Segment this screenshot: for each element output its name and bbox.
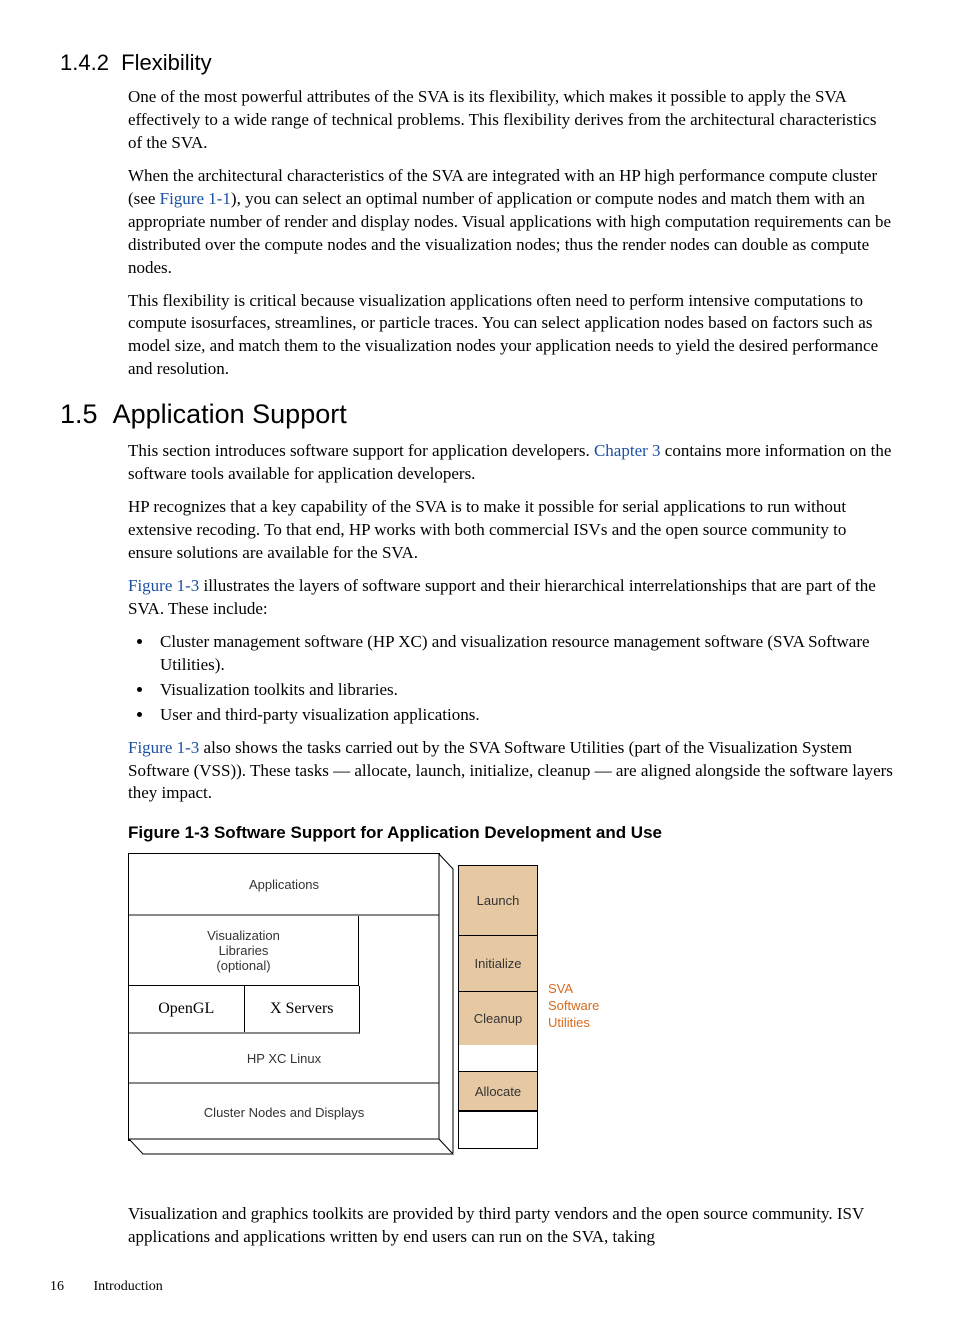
para: Figure 1-3 also shows the tasks carried … [128, 737, 894, 806]
text: illustrates the layers of software suppo… [128, 576, 876, 618]
task-gap [458, 1045, 538, 1071]
task-allocate: Allocate [458, 1071, 538, 1111]
sva-utilities-label: SVA Software Utilities [548, 981, 599, 1032]
figure-1-3: Applications Visualization Libraries (op… [128, 853, 894, 1183]
text: This section introduces software support… [128, 441, 594, 460]
stack-hp-xc-linux: HP XC Linux [129, 1034, 439, 1084]
task-initialize: Initialize [458, 935, 538, 991]
figure-caption: Figure 1-3 Software Support for Applicat… [128, 823, 894, 843]
para: When the architectural characteristics o… [128, 165, 894, 280]
stack-gl-row: OpenGL X Servers [129, 986, 360, 1034]
link-figure-1-3[interactable]: Figure 1-3 [128, 576, 199, 595]
stack-opengl: OpenGL [129, 986, 245, 1032]
task-cleanup: Cleanup [458, 991, 538, 1045]
text: ), you can select an optimal number of a… [128, 189, 891, 277]
task-blank [458, 1111, 538, 1149]
sec-num: 1.5 [60, 399, 98, 430]
bullet-list: Cluster management software (HP XC) and … [128, 631, 894, 727]
heading-1-4-2: 1.4.2 Flexibility [60, 50, 894, 76]
link-figure-1-3[interactable]: Figure 1-3 [128, 738, 199, 757]
stack-cluster-nodes: Cluster Nodes and Displays [129, 1084, 439, 1140]
stack-xservers: X Servers [245, 986, 360, 1032]
stack-vis-libraries: Visualization Libraries (optional) [129, 916, 359, 986]
para: HP recognizes that a key capability of t… [128, 496, 894, 565]
heading-1-5: 1.5 Application Support [60, 399, 894, 430]
sec-title: Application Support [113, 399, 347, 429]
para: This flexibility is critical because vis… [128, 290, 894, 382]
list-item: Visualization toolkits and libraries. [154, 679, 894, 702]
para: This section introduces software support… [128, 440, 894, 486]
software-stack: Applications Visualization Libraries (op… [128, 853, 440, 1141]
page-footer: 16 Introduction [60, 1279, 894, 1295]
stack-applications: Applications [129, 854, 439, 916]
text: also shows the tasks carried out by the … [128, 738, 893, 803]
sec-num: 1.4.2 [60, 50, 109, 76]
stack-3d-edge [128, 1138, 458, 1178]
link-figure-1-1[interactable]: Figure 1-1 [160, 189, 231, 208]
page-number: 16 [50, 1279, 90, 1295]
sec-title: Flexibility [121, 50, 211, 75]
task-launch: Launch [458, 865, 538, 935]
link-chapter-3[interactable]: Chapter 3 [594, 441, 661, 460]
stack-3d-side [438, 853, 458, 1153]
list-item: Cluster management software (HP XC) and … [154, 631, 894, 677]
list-item: User and third-party visualization appli… [154, 704, 894, 727]
figure-number: Figure 1-3 [128, 823, 214, 842]
para: Figure 1-3 illustrates the layers of sof… [128, 575, 894, 621]
para: Visualization and graphics toolkits are … [128, 1203, 894, 1249]
footer-section: Introduction [94, 1279, 163, 1294]
figure-title: Software Support for Application Develop… [214, 823, 662, 842]
para: One of the most powerful attributes of t… [128, 86, 894, 155]
